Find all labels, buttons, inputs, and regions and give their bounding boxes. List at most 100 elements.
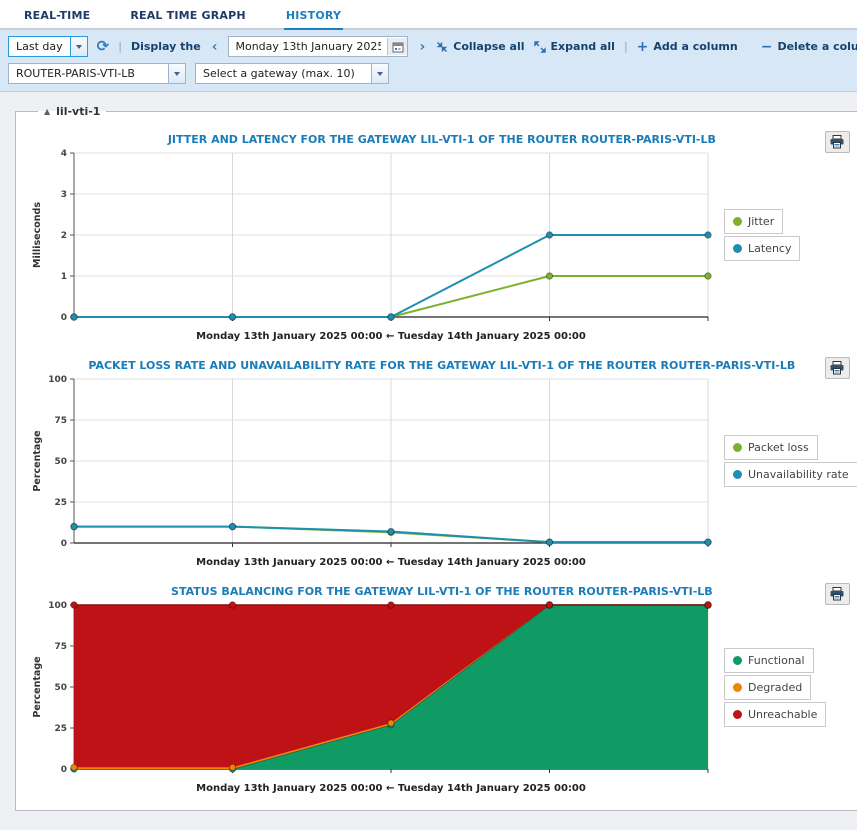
chart-legend: Packet loss Unavailability rate [724,435,857,489]
svg-text:0: 0 [61,313,67,323]
legend-item-unreachable[interactable]: Unreachable [724,701,827,727]
legend-label: Latency [748,242,792,255]
legend-dot-icon [733,244,742,253]
chevron-down-icon[interactable] [371,64,388,83]
panel-title: lil-vti-1 [56,105,101,118]
tab-real-time[interactable]: REAL-TIME [22,3,92,28]
svg-text:Milliseconds: Milliseconds [32,202,43,268]
chevron-down-icon[interactable] [69,37,87,56]
chart-title: PACKET LOSS RATE AND UNAVAILABILITY RATE… [88,359,796,372]
period-select-value: Last day [16,40,63,53]
svg-text:3: 3 [61,190,67,200]
svg-text:Monday 13th January 2025 00:00: Monday 13th January 2025 00:00 ← Tuesday… [196,783,586,794]
tab-bar: REAL-TIME REAL TIME GRAPH HISTORY [0,0,857,30]
legend-dot-icon [733,655,742,665]
legend-label: Jitter [748,215,775,228]
svg-text:50: 50 [54,683,67,693]
router-select[interactable]: ROUTER-PARIS-VTI-LB [8,63,186,84]
svg-text:25: 25 [54,724,67,734]
print-chart-button[interactable] [824,131,850,153]
add-column-button[interactable]: + Add a column [637,40,738,54]
legend-item-jitter[interactable]: Jitter [724,209,784,234]
svg-text:100: 100 [48,601,67,611]
chart-legend: Functional Degraded Unreachable [724,647,827,729]
collapse-all-label: Collapse all [453,40,525,53]
svg-text:Percentage: Percentage [32,430,43,491]
status-balancing-chart-block: STATUS BALANCING FOR THE GATEWAY LIL-VTI… [26,578,857,803]
legend-item-degraded[interactable]: Degraded [724,674,812,700]
toolbar-row-2: ROUTER-PARIS-VTI-LB Select a gateway (ma… [8,62,849,85]
collapse-all-button[interactable]: Collapse all [436,40,525,53]
separator: | [118,40,122,53]
chart-row: 0 25 50 75 100 Percentage Monday 13th January … [26,373,857,577]
chart-row: 0 25 50 75 100 Percentage Monday 13th January … [26,599,857,803]
svg-text:100: 100 [48,375,67,385]
legend-dot-icon [733,443,742,452]
delete-column-button[interactable]: − Delete a column [761,40,857,54]
tab-real-time-graph[interactable]: REAL TIME GRAPH [128,3,248,28]
svg-text:25: 25 [54,498,67,508]
collapse-all-icon [437,41,448,52]
router-select-value: ROUTER-PARIS-VTI-LB [16,67,135,80]
svg-text:Monday 13th January 2025 00:00: Monday 13th January 2025 00:00 ← Tuesday… [196,557,586,568]
panel-collapse-toggle[interactable]: ▲ lil-vti-1 [38,105,106,118]
gateway-select[interactable]: Select a gateway (max. 10) [195,63,389,84]
date-input[interactable] [229,40,388,53]
printer-icon [830,361,844,375]
expand-all-button[interactable]: Expand all [533,40,615,53]
print-chart-button[interactable] [824,357,850,379]
svg-text:75: 75 [54,642,67,652]
expand-all-icon [533,40,546,53]
refresh-icon[interactable]: ⟳ [97,39,110,54]
legend-dot-icon [733,470,742,479]
svg-text:1: 1 [61,272,67,282]
svg-text:2: 2 [61,231,67,241]
svg-text:75: 75 [54,416,67,426]
chart-row: 0 1 2 3 4 Milliseconds Monday 13th January 202… [26,147,857,351]
svg-text:0: 0 [61,539,67,549]
minus-icon: − [760,38,773,55]
packet-loss-chart-block: PACKET LOSS RATE AND UNAVAILABILITY RATE… [26,352,857,577]
calendar-icon [392,42,404,52]
svg-text:Monday 13th January 2025 00:00: Monday 13th January 2025 00:00 ← Tuesday… [196,331,586,342]
toolbar: Last day ⟳ | Display the ‹ › [0,30,857,92]
svg-text:4: 4 [61,149,67,159]
printer-icon [830,587,844,601]
chart-title: STATUS BALANCING FOR THE GATEWAY LIL-VTI… [171,585,713,598]
svg-text:Percentage: Percentage [32,656,43,717]
jitter-latency-chart: 0 1 2 3 4 Milliseconds Monday 13th January 202… [32,149,712,342]
svg-text:50: 50 [54,457,67,467]
chart-legend: Jitter Latency [724,209,801,263]
delete-column-label: Delete a column [777,40,857,53]
date-field[interactable] [228,36,409,57]
gateway-select-value: Select a gateway (max. 10) [203,67,355,80]
legend-label: Unavailability rate [748,468,849,481]
calendar-picker-button[interactable] [387,38,408,55]
jitter-latency-chart-block: JITTER AND LATENCY FOR THE GATEWAY LIL-V… [26,126,857,351]
tab-history[interactable]: HISTORY [283,3,344,30]
gateway-panel: ▲ lil-vti-1 JITTER AND LATENCY FOR THE G… [15,105,857,811]
print-chart-button[interactable] [824,583,850,605]
plus-icon: + [636,38,649,55]
collapse-caret-icon: ▲ [44,107,51,116]
add-column-label: Add a column [653,40,738,53]
legend-item-unavailability-rate[interactable]: Unavailability rate [724,462,857,487]
legend-dot-icon [733,682,742,692]
svg-text:0: 0 [61,765,67,775]
chevron-down-icon[interactable] [168,64,185,83]
status-balancing-chart: 0 25 50 75 100 Percentage Monday 13th January … [32,601,712,794]
content-area: ▲ lil-vti-1 JITTER AND LATENCY FOR THE G… [0,92,857,811]
legend-label: Unreachable [748,707,818,721]
expand-all-label: Expand all [550,40,615,53]
legend-item-latency[interactable]: Latency [724,236,801,261]
period-select[interactable]: Last day [8,36,88,57]
legend-dot-icon [733,217,742,226]
previous-day-button[interactable]: ‹ [210,40,220,54]
separator: | [623,40,628,53]
legend-label: Degraded [748,680,803,694]
printer-icon [830,135,844,149]
legend-item-functional[interactable]: Functional [724,647,814,673]
legend-item-packet-loss[interactable]: Packet loss [724,435,818,460]
next-day-button[interactable]: › [417,40,427,54]
display-the-label: Display the [130,40,201,53]
